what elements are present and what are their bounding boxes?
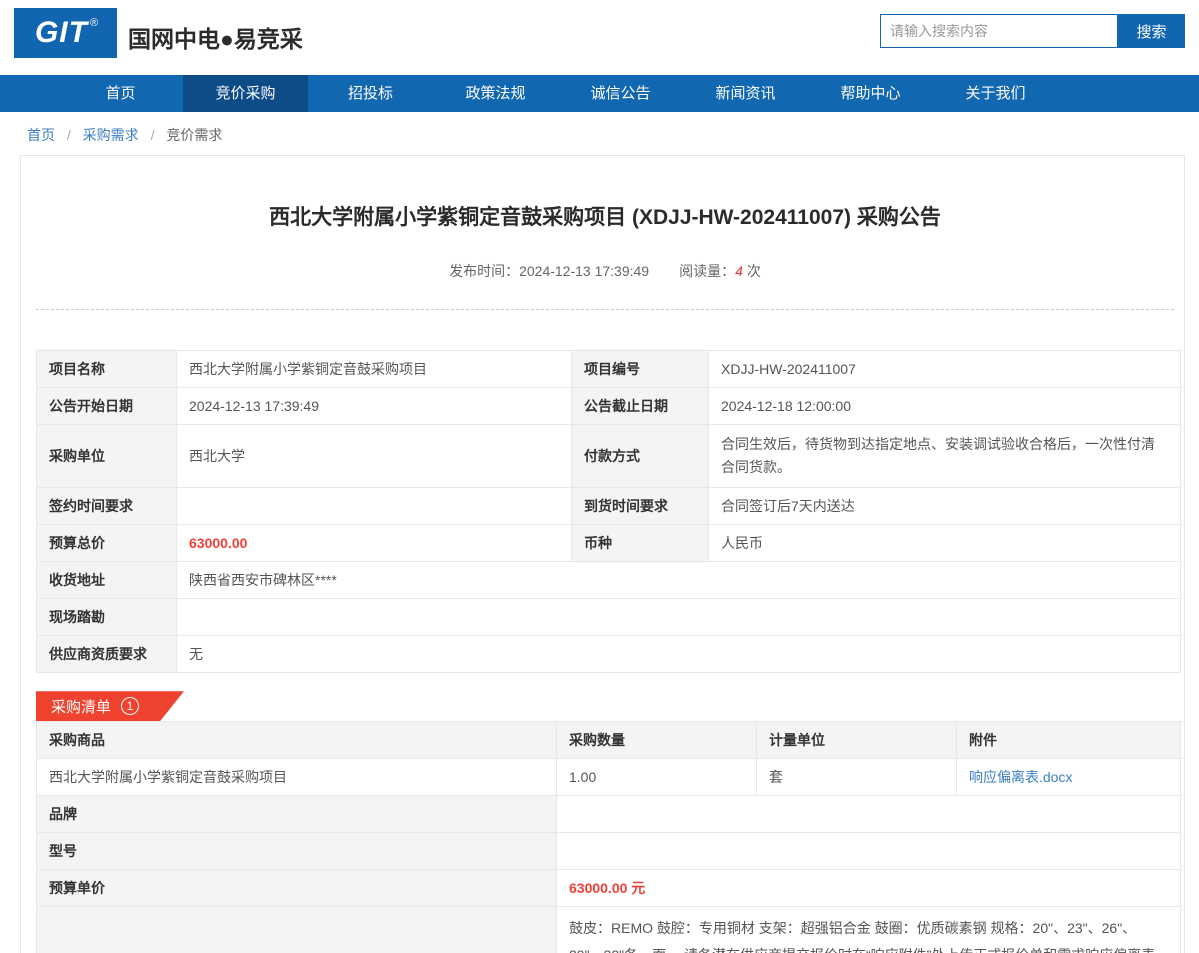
currency-label: 币种 bbox=[572, 525, 709, 562]
search-input[interactable] bbox=[880, 14, 1118, 48]
product-column-header: 采购商品 bbox=[37, 722, 557, 759]
breadcrumb-separator: / bbox=[67, 127, 71, 143]
publish-time-label: 发布时间： bbox=[449, 263, 519, 279]
unit-price-label: 预算单价 bbox=[37, 870, 557, 907]
delivery-address-value: 陕西省西安市碑林区**** bbox=[177, 562, 1181, 599]
purchase-list-badge-label: 采购清单 bbox=[51, 696, 111, 717]
table-row: 收货地址 陕西省西安市碑林区**** bbox=[37, 562, 1181, 599]
table-row: 公告开始日期 2024-12-13 17:39:49 公告截止日期 2024-1… bbox=[37, 388, 1181, 425]
site-logo[interactable]: GIT® bbox=[14, 8, 117, 58]
table-row: 供应商资质要求 无 bbox=[37, 636, 1181, 673]
project-no-value: XDJJ-HW-202411007 bbox=[709, 351, 1181, 388]
table-row: 签约时间要求 到货时间要求 合同签订后7天内送达 bbox=[37, 488, 1181, 525]
specs-label: 规格参数 bbox=[37, 907, 557, 953]
payment-label: 付款方式 bbox=[572, 425, 709, 488]
registered-trademark-icon: ® bbox=[90, 17, 98, 29]
purchaser-value: 西北大学 bbox=[177, 425, 572, 488]
budget-total-label: 预算总价 bbox=[37, 525, 177, 562]
quantity-cell: 1.00 bbox=[557, 759, 757, 796]
notice-end-label: 公告截止日期 bbox=[572, 388, 709, 425]
quantity-column-header: 采购数量 bbox=[557, 722, 757, 759]
unit-cell: 套 bbox=[757, 759, 957, 796]
attachment-link[interactable]: 响应偏离表.docx bbox=[969, 769, 1072, 785]
sign-time-label: 签约时间要求 bbox=[37, 488, 177, 525]
budget-total-value: 63000.00 bbox=[177, 525, 572, 562]
breadcrumb-home[interactable]: 首页 bbox=[27, 127, 55, 143]
notice-start-value: 2024-12-13 17:39:49 bbox=[177, 388, 572, 425]
table-header-row: 采购商品 采购数量 计量单位 附件 bbox=[37, 722, 1181, 759]
delivery-address-label: 收货地址 bbox=[37, 562, 177, 599]
site-survey-value bbox=[177, 599, 1181, 636]
project-name-value: 西北大学附属小学紫铜定音鼓采购项目 bbox=[177, 351, 572, 388]
supplier-qualification-value: 无 bbox=[177, 636, 1181, 673]
publish-time-value: 2024-12-13 17:39:49 bbox=[519, 263, 649, 279]
table-row: 现场踏勘 bbox=[37, 599, 1181, 636]
notice-end-value: 2024-12-18 12:00:00 bbox=[709, 388, 1181, 425]
dashed-divider bbox=[36, 309, 1174, 310]
search-box: 搜索 bbox=[880, 14, 1185, 48]
site-name: 国网中电●易竞采 bbox=[128, 20, 303, 54]
supplier-qualification-label: 供应商资质要求 bbox=[37, 636, 177, 673]
delivery-time-label: 到货时间要求 bbox=[572, 488, 709, 525]
project-info-table: 项目名称 西北大学附属小学紫铜定音鼓采购项目 项目编号 XDJJ-HW-2024… bbox=[36, 350, 1181, 673]
breadcrumb-separator: / bbox=[151, 127, 155, 143]
site-survey-label: 现场踏勘 bbox=[37, 599, 177, 636]
nav-item-home[interactable]: 首页 bbox=[58, 75, 183, 112]
table-row: 品牌 bbox=[37, 796, 1181, 833]
views-count: 4 bbox=[735, 263, 743, 279]
table-row: 规格参数 鼓皮：REMO 鼓腔：专用铜材 支架：超强铝合金 鼓圈：优质碳素钢 规… bbox=[37, 907, 1181, 953]
nav-item-about-us[interactable]: 关于我们 bbox=[933, 75, 1058, 112]
delivery-time-value: 合同签订后7天内送达 bbox=[709, 488, 1181, 525]
breadcrumb: 首页 / 采购需求 / 竞价需求 bbox=[0, 112, 1199, 155]
specs-value: 鼓皮：REMO 鼓腔：专用铜材 支架：超强铝合金 鼓圈：优质碳素钢 规格：20"… bbox=[557, 907, 1181, 953]
nav-item-policies[interactable]: 政策法规 bbox=[433, 75, 558, 112]
project-name-label: 项目名称 bbox=[37, 351, 177, 388]
table-row: 采购单位 西北大学 付款方式 合同生效后，待货物到达指定地点、安装调试验收合格后… bbox=[37, 425, 1181, 488]
unit-price-value: 63000.00 元 bbox=[557, 870, 1181, 907]
attachment-column-header: 附件 bbox=[957, 722, 1181, 759]
logo-text: GIT bbox=[35, 16, 88, 50]
views-label: 阅读量： bbox=[679, 263, 735, 279]
table-row: 项目名称 西北大学附属小学紫铜定音鼓采购项目 项目编号 XDJJ-HW-2024… bbox=[37, 351, 1181, 388]
purchase-list-table: 采购商品 采购数量 计量单位 附件 西北大学附属小学紫铜定音鼓采购项目 1.00… bbox=[36, 721, 1181, 953]
main-nav: 首页 竞价采购 招投标 政策法规 诚信公告 新闻资讯 帮助中心 关于我们 bbox=[0, 75, 1199, 112]
breadcrumb-current: 竞价需求 bbox=[166, 127, 222, 143]
unit-column-header: 计量单位 bbox=[757, 722, 957, 759]
top-header: GIT® 国网中电●易竞采 搜索 bbox=[0, 0, 1199, 75]
table-row: 西北大学附属小学紫铜定音鼓采购项目 1.00 套 响应偏离表.docx bbox=[37, 759, 1181, 796]
sign-time-value bbox=[177, 488, 572, 525]
notice-card: 西北大学附属小学紫铜定音鼓采购项目 (XDJJ-HW-202411007) 采购… bbox=[20, 155, 1185, 953]
brand-value bbox=[557, 796, 1181, 833]
notice-start-label: 公告开始日期 bbox=[37, 388, 177, 425]
purchase-list-count-badge: 1 bbox=[121, 697, 139, 715]
nav-item-help-center[interactable]: 帮助中心 bbox=[808, 75, 933, 112]
table-row: 预算单价 63000.00 元 bbox=[37, 870, 1181, 907]
currency-value: 人民币 bbox=[709, 525, 1181, 562]
brand-label: 品牌 bbox=[37, 796, 557, 833]
page-title: 西北大学附属小学紫铜定音鼓采购项目 (XDJJ-HW-202411007) 采购… bbox=[36, 156, 1174, 231]
nav-item-tender[interactable]: 招投标 bbox=[308, 75, 433, 112]
search-button[interactable]: 搜索 bbox=[1118, 14, 1185, 48]
table-row: 预算总价 63000.00 币种 人民币 bbox=[37, 525, 1181, 562]
purchaser-label: 采购单位 bbox=[37, 425, 177, 488]
model-value bbox=[557, 833, 1181, 870]
nav-item-news[interactable]: 新闻资讯 bbox=[683, 75, 808, 112]
nav-item-bidding-purchase[interactable]: 竞价采购 bbox=[183, 75, 308, 112]
publish-info: 发布时间：2024-12-13 17:39:49 阅读量：4次 bbox=[36, 261, 1174, 281]
views-unit: 次 bbox=[747, 263, 761, 279]
payment-value: 合同生效后，待货物到达指定地点、安装调试验收合格后，一次性付清合同货款。 bbox=[709, 425, 1181, 488]
nav-item-integrity-notice[interactable]: 诚信公告 bbox=[558, 75, 683, 112]
breadcrumb-purchase-demand[interactable]: 采购需求 bbox=[83, 127, 139, 143]
table-row: 型号 bbox=[37, 833, 1181, 870]
project-no-label: 项目编号 bbox=[572, 351, 709, 388]
product-cell: 西北大学附属小学紫铜定音鼓采购项目 bbox=[37, 759, 557, 796]
purchase-list-badge: 采购清单 1 bbox=[36, 691, 184, 721]
model-label: 型号 bbox=[37, 833, 557, 870]
